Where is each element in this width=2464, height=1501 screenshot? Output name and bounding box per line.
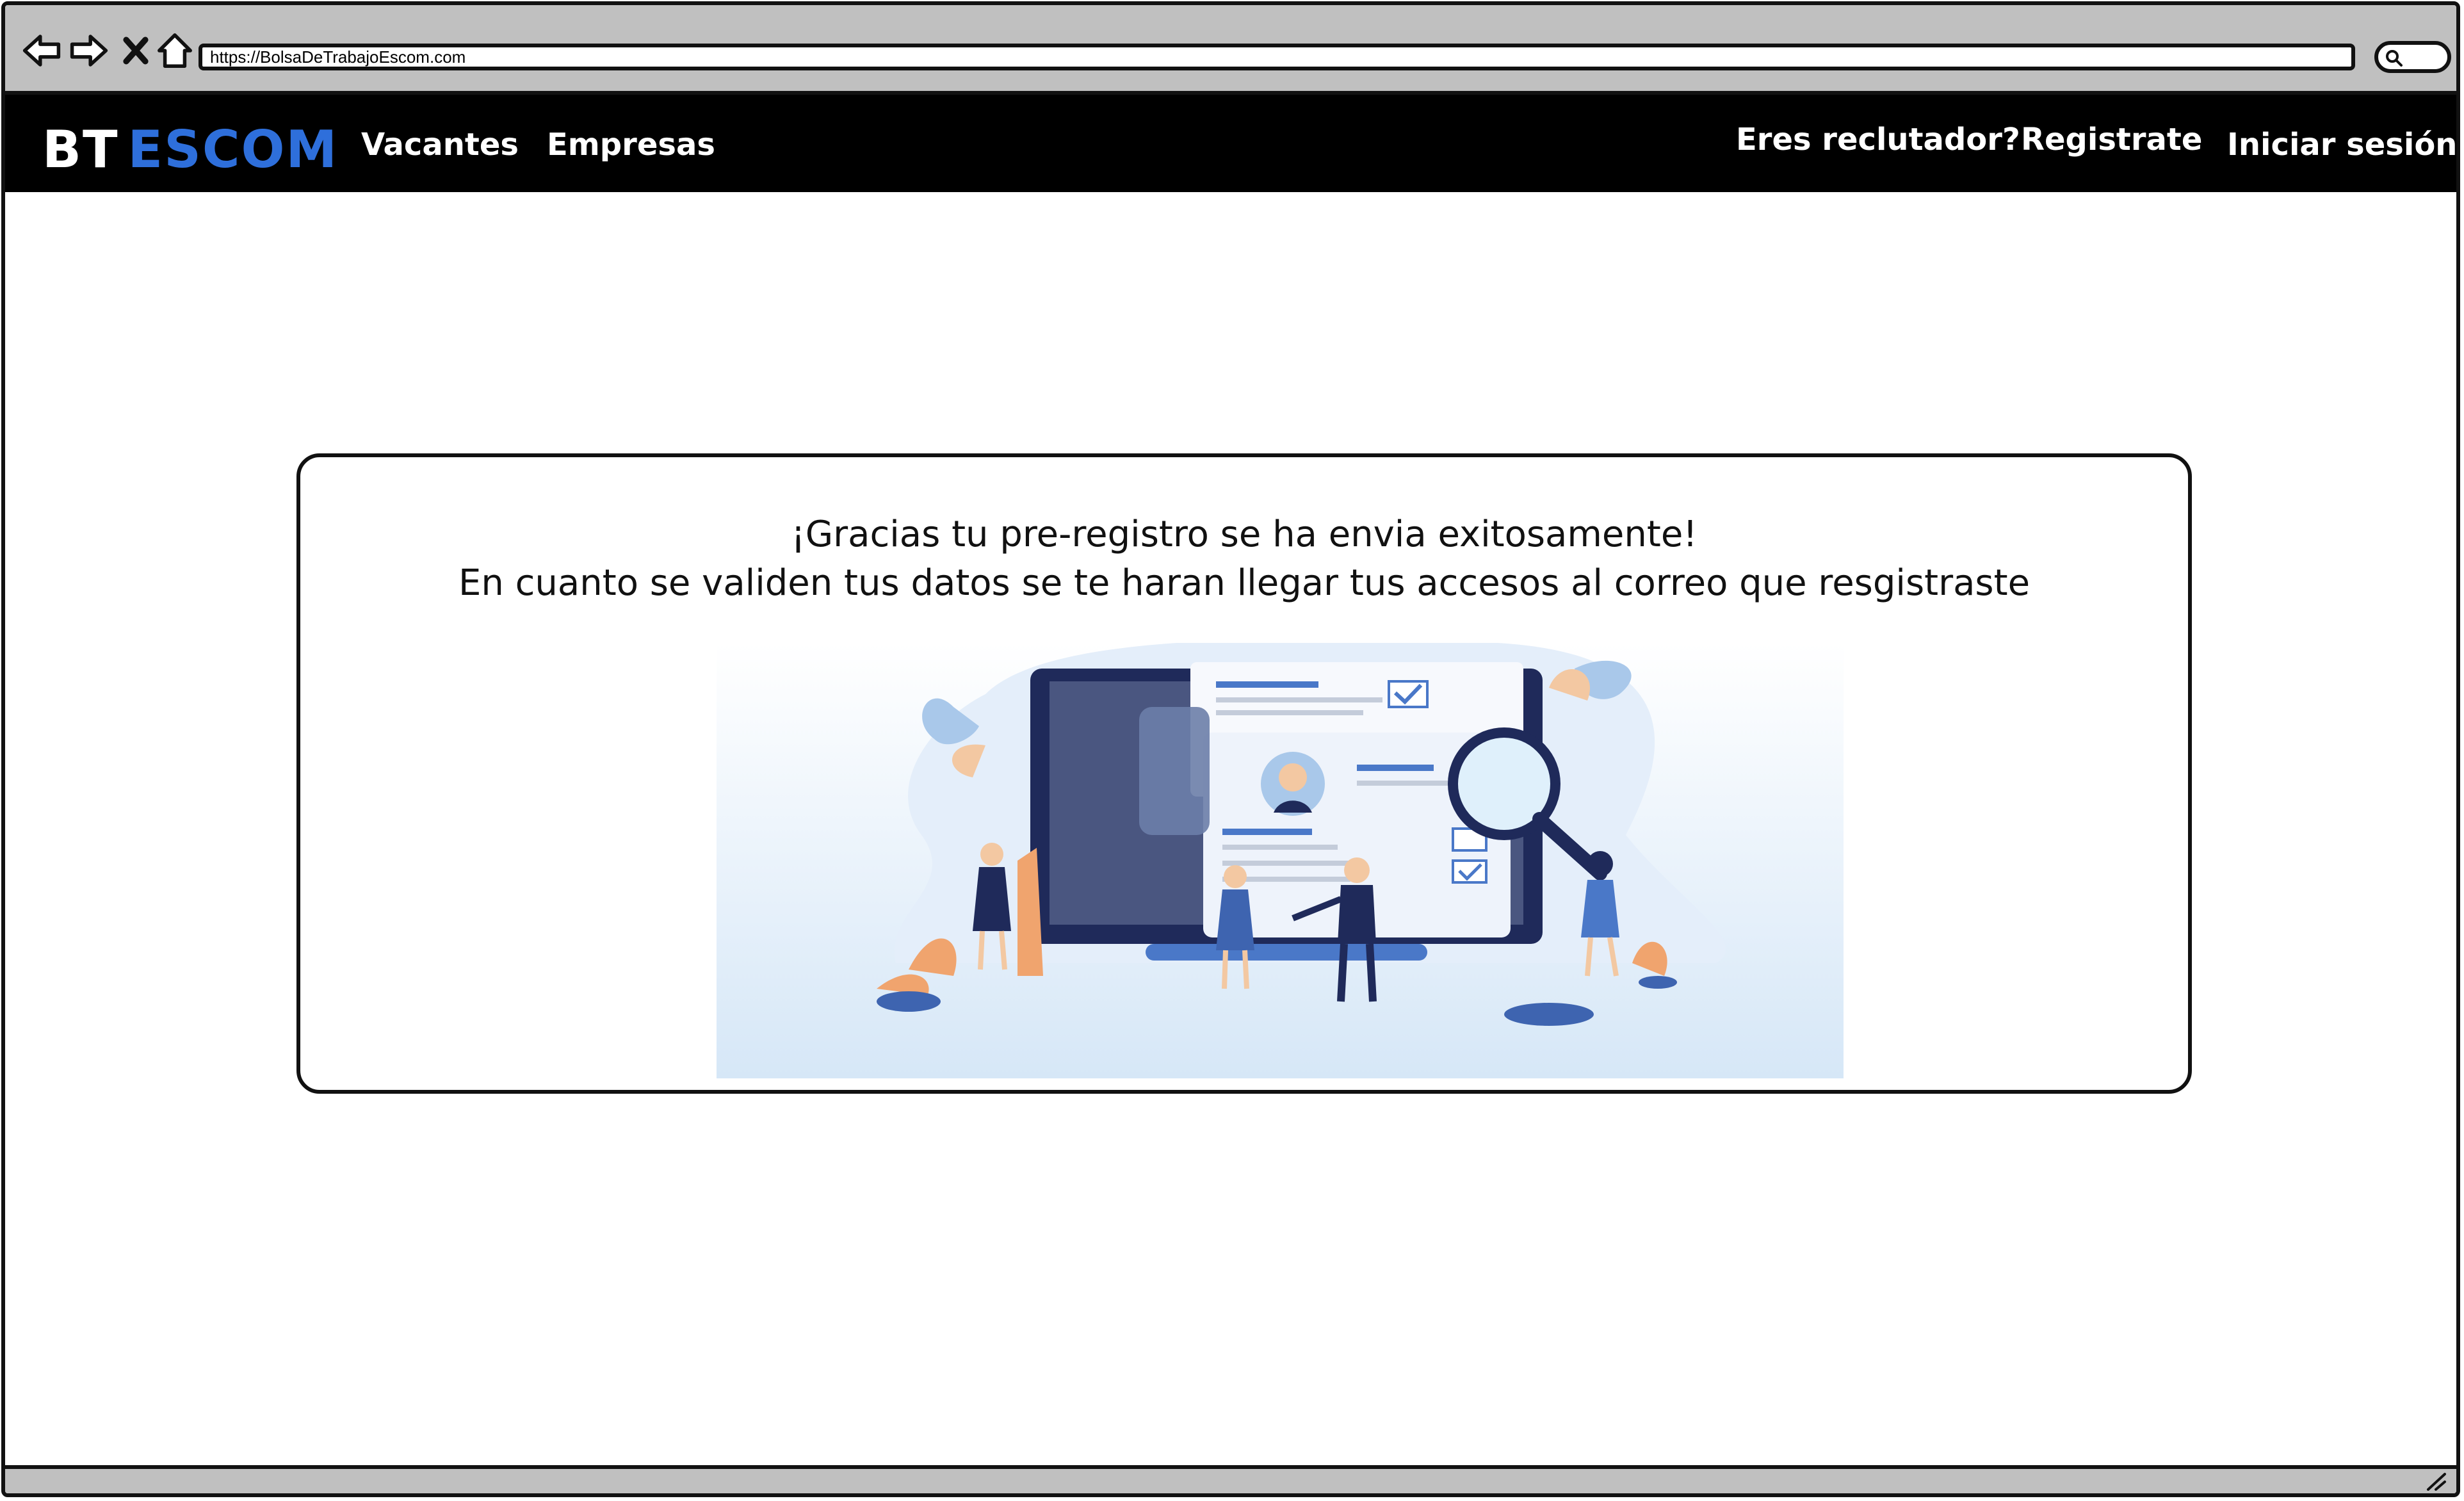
confirmation-title: ¡Gracias tu pre-registro se ha envia exi… <box>791 514 1698 555</box>
nav-vacantes[interactable]: Vacantes <box>361 127 519 163</box>
back-arrow-icon[interactable] <box>20 29 63 72</box>
browser-toolbar: https://BolsaDeTrabajoEscom.com <box>5 5 2456 95</box>
nav-registrate[interactable]: Registrate <box>2021 122 2202 158</box>
recruitment-illustration <box>717 643 1844 1078</box>
home-icon[interactable] <box>154 29 196 72</box>
close-icon[interactable] <box>118 29 154 72</box>
site-logo[interactable]: BT ESCOM <box>42 124 338 175</box>
nav-eres-reclutador[interactable]: Eres reclutador? <box>1736 122 2020 158</box>
browser-search-box[interactable] <box>2374 41 2451 73</box>
logo-bt: BT <box>42 120 119 179</box>
browser-status-bar <box>5 1465 2456 1493</box>
forward-arrow-icon[interactable] <box>68 29 110 72</box>
url-text: https://BolsaDeTrabajoEscom.com <box>210 47 466 67</box>
site-header: BT ESCOM Vacantes Empresas Eres reclutado… <box>5 95 2456 192</box>
confirmation-detail: En cuanto se validen tus datos se te har… <box>458 562 2030 604</box>
recruitment-illustration-svg <box>717 643 1844 1078</box>
nav-empresas[interactable]: Empresas <box>547 127 715 163</box>
browser-window: https://BolsaDeTrabajoEscom.com BT ESCOM … <box>1 1 2460 1497</box>
resize-grip-icon[interactable] <box>2424 1472 2447 1491</box>
search-icon <box>2386 50 2403 67</box>
nav-iniciar-sesion[interactable]: Iniciar sesión <box>2227 127 2456 163</box>
logo-escom: ESCOM <box>127 120 339 179</box>
confirmation-card: ¡Gracias tu pre-registro se ha envia exi… <box>296 453 2192 1094</box>
address-bar[interactable]: https://BolsaDeTrabajoEscom.com <box>199 44 2355 70</box>
